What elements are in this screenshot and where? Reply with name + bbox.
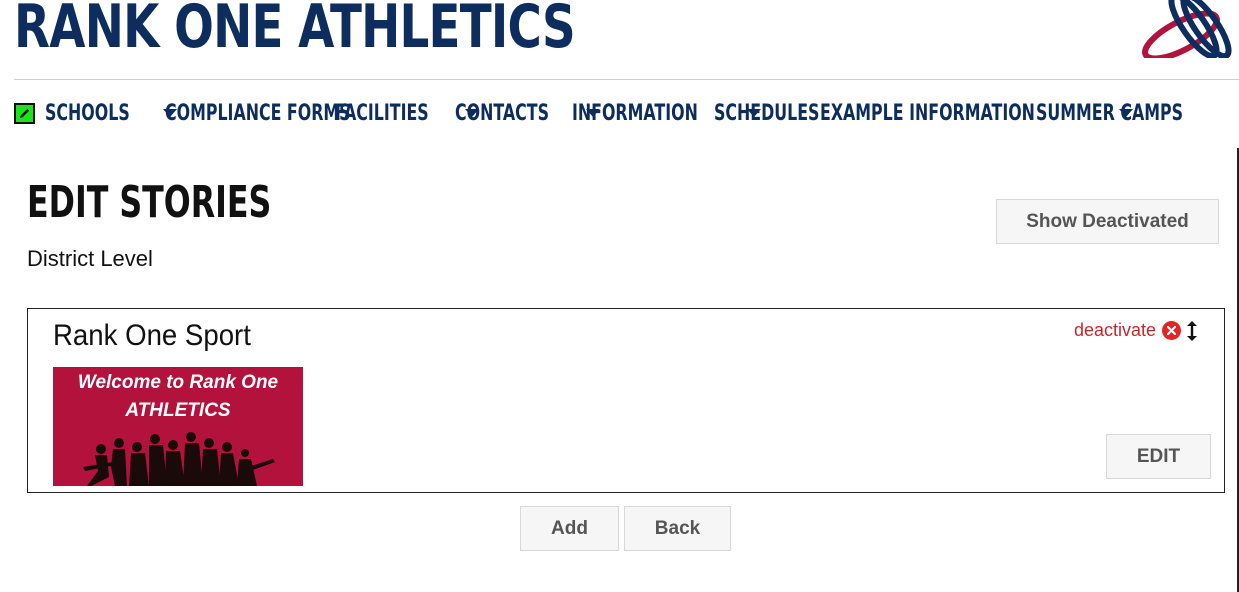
- nav-item-example-information[interactable]: EXAMPLE INFORMATION: [820, 101, 1133, 126]
- drag-sort-icon[interactable]: [1184, 320, 1200, 342]
- nav-item-information[interactable]: INFORMATION: [572, 101, 761, 126]
- nav-item-label: INFORMATION: [572, 100, 698, 126]
- nav-item-label: SCHOOLS: [45, 100, 130, 126]
- story-image-line2: ATHLETICS: [124, 400, 231, 421]
- header-divider: [14, 79, 1239, 80]
- nav-item-contacts[interactable]: CONTACTS: [455, 100, 600, 126]
- add-button[interactable]: Add: [520, 506, 619, 551]
- rank-one-logo[interactable]: [1136, 0, 1236, 58]
- story-image-line1: Welcome to Rank One: [78, 372, 279, 393]
- main-nav: SCHOOLS COMPLIANCE FORMS FACILITIES CONT…: [14, 99, 1183, 127]
- deactivate-link[interactable]: deactivate: [1074, 320, 1156, 341]
- site-brand-title[interactable]: RANK ONE ATHLETICS: [14, 0, 576, 62]
- deactivate-control[interactable]: deactivate: [1074, 320, 1182, 341]
- nav-item-facilities[interactable]: FACILITIES: [335, 100, 480, 126]
- x-mark-icon: [1167, 326, 1177, 335]
- back-button[interactable]: Back: [624, 506, 731, 551]
- edit-mode-toggle[interactable]: [14, 102, 35, 124]
- nav-item-label: EXAMPLE INFORMATION: [820, 100, 1035, 126]
- nav-item-compliance-forms[interactable]: COMPLIANCE FORMS: [165, 101, 351, 126]
- nav-item-label: FACILITIES: [335, 100, 429, 126]
- nav-item-label: SUMMER CAMPS: [1036, 100, 1183, 126]
- nav-item-label: CONTACTS: [455, 100, 550, 126]
- pencil-icon: [19, 108, 30, 118]
- story-title: Rank One Sport: [53, 319, 251, 352]
- show-deactivated-button[interactable]: Show Deactivated: [996, 199, 1219, 244]
- close-circle-icon[interactable]: [1162, 321, 1182, 340]
- story-card: Rank One Sport deactivate Welcome to Ran…: [27, 308, 1225, 493]
- nav-item-label: COMPLIANCE FORMS: [165, 100, 351, 126]
- nav-item-schools[interactable]: SCHOOLS: [45, 100, 177, 126]
- nav-item-summer-camps[interactable]: SUMMER CAMPS: [1036, 101, 1183, 126]
- page-subtitle: District Level: [27, 246, 153, 271]
- page-title: EDIT STORIES: [27, 177, 272, 228]
- edit-story-button[interactable]: EDIT: [1106, 434, 1211, 479]
- story-image: Welcome to Rank One ATHLETICS: [53, 367, 303, 486]
- nav-item-schedules[interactable]: SCHEDULES: [714, 101, 819, 126]
- nav-item-label: SCHEDULES: [714, 100, 820, 126]
